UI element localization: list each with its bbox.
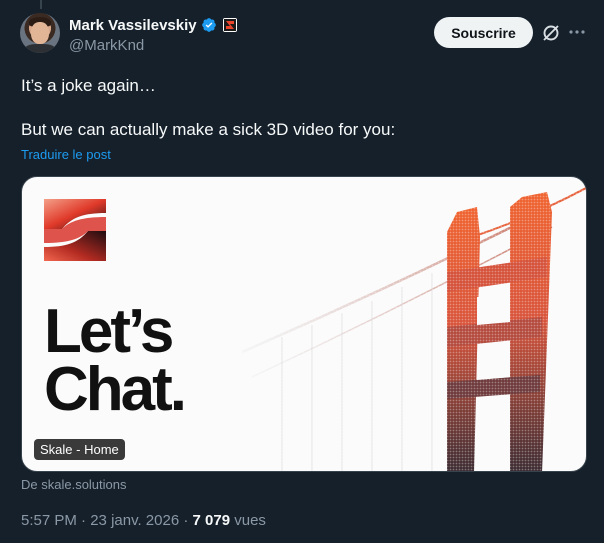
avatar-shirt	[24, 44, 56, 53]
avatar[interactable]	[20, 13, 60, 53]
card-headline: Let’s Chat.	[44, 297, 187, 424]
card-source-link[interactable]: De skale.solutions	[21, 477, 127, 492]
card-headline-line-1: Let’s	[44, 297, 174, 366]
tweet-meta: 5:57 PM · 23 janv. 2026 · 7 079 vues	[21, 512, 266, 529]
author-handle[interactable]: @MarkKnd	[69, 37, 144, 54]
verified-badge-icon[interactable]	[201, 17, 217, 33]
author-display-name[interactable]: Mark Vassilevskiy	[69, 17, 197, 34]
grok-icon[interactable]	[541, 23, 561, 43]
meta-separator: ·	[81, 512, 87, 529]
bridge-illustration	[242, 177, 586, 471]
avatar-face	[31, 22, 49, 44]
tweet-header: Mark Vassilevskiy @MarkKnd Souscrire	[20, 13, 590, 57]
tweet-text-line-2: But we can actually make a sick 3D video…	[21, 120, 396, 139]
thread-connector-line	[40, 0, 42, 9]
skale-affiliate-icon[interactable]	[222, 18, 237, 32]
views-count[interactable]: 7 079	[193, 512, 231, 529]
name-row: Mark Vassilevskiy	[69, 15, 237, 35]
meta-separator: ·	[183, 512, 189, 529]
link-preview-card[interactable]: Let’s Chat. Skale - Home	[21, 176, 587, 472]
subscribe-button[interactable]: Souscrire	[434, 17, 533, 48]
more-options-icon[interactable]	[567, 22, 587, 42]
skale-logo	[44, 199, 106, 261]
card-title-badge: Skale - Home	[34, 439, 125, 460]
tweet-date[interactable]: 23 janv. 2026	[90, 512, 179, 529]
views-label[interactable]: vues	[234, 512, 266, 529]
tweet-time[interactable]: 5:57 PM	[21, 512, 77, 529]
tweet-text-line-1: It’s a joke again…	[21, 76, 156, 95]
translate-post-link[interactable]: Traduire le post	[21, 147, 111, 162]
card-headline-line-2: Chat.	[44, 355, 187, 424]
